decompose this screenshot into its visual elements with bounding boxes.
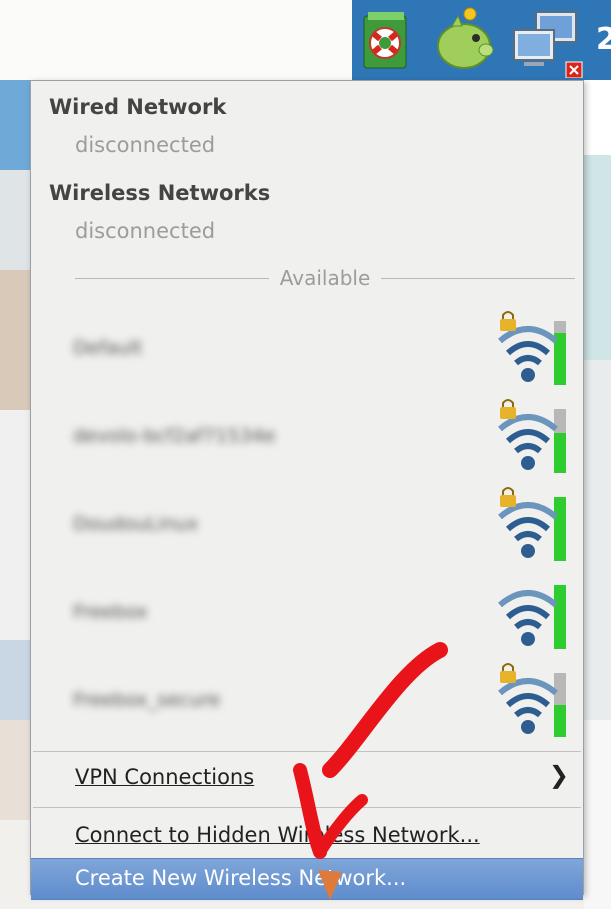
wireless-networks-heading: Wireless Networks: [49, 181, 271, 205]
help-lifebuoy-icon[interactable]: [360, 10, 412, 72]
wired-network-status: disconnected: [75, 133, 216, 157]
connect-hidden-network-item[interactable]: Connect to Hidden Wireless Network...: [31, 813, 583, 859]
lock-icon: [500, 311, 516, 331]
available-label: Available: [279, 266, 371, 290]
available-separator: Available: [75, 266, 575, 290]
network-item[interactable]: Default: [31, 303, 583, 391]
connect-hidden-network-label: Connect to Hidden Wireless Network...: [75, 823, 480, 847]
wireless-network-status: disconnected: [75, 219, 216, 243]
network-item[interactable]: devolo-bcf2af71534e: [31, 391, 583, 479]
wifi-signal-icon: [498, 585, 566, 649]
lock-icon: [500, 487, 516, 507]
desktop-right-strip: [584, 80, 611, 909]
network-item[interactable]: DoudouLinux: [31, 479, 583, 567]
lock-icon: [500, 399, 516, 419]
chevron-right-icon: ❯: [548, 761, 569, 789]
network-item[interactable]: Freebox: [31, 567, 583, 655]
network-name: devolo-bcf2af71534e: [73, 425, 276, 447]
network-disconnected-icon[interactable]: [508, 8, 588, 79]
wifi-signal-icon: [498, 311, 566, 385]
network-item[interactable]: Freebox_secure: [31, 655, 583, 743]
network-name: Freebox_secure: [73, 689, 221, 711]
network-name: Freebox: [73, 601, 148, 623]
vpn-connections-item[interactable]: VPN Connections ❯: [31, 755, 583, 801]
piggy-bank-icon[interactable]: [432, 6, 496, 72]
network-menu: Wired Network disconnected Wireless Netw…: [30, 80, 584, 900]
vpn-connections-label: VPN Connections: [75, 765, 255, 789]
wifi-signal-icon: [498, 663, 566, 737]
lock-icon: [500, 663, 516, 683]
create-new-network-item[interactable]: Create New Wireless Network...: [31, 858, 583, 900]
wifi-signal-icon: [498, 399, 566, 473]
create-new-network-label: Create New Wireless Network...: [75, 866, 407, 890]
network-name: Default: [73, 337, 143, 359]
menu-separator: [33, 751, 581, 752]
wifi-signal-icon: [498, 487, 566, 561]
menu-separator: [33, 807, 581, 808]
wired-network-heading: Wired Network: [49, 95, 227, 119]
network-name: DoudouLinux: [73, 513, 199, 535]
clock-text[interactable]: 2: [596, 22, 611, 57]
